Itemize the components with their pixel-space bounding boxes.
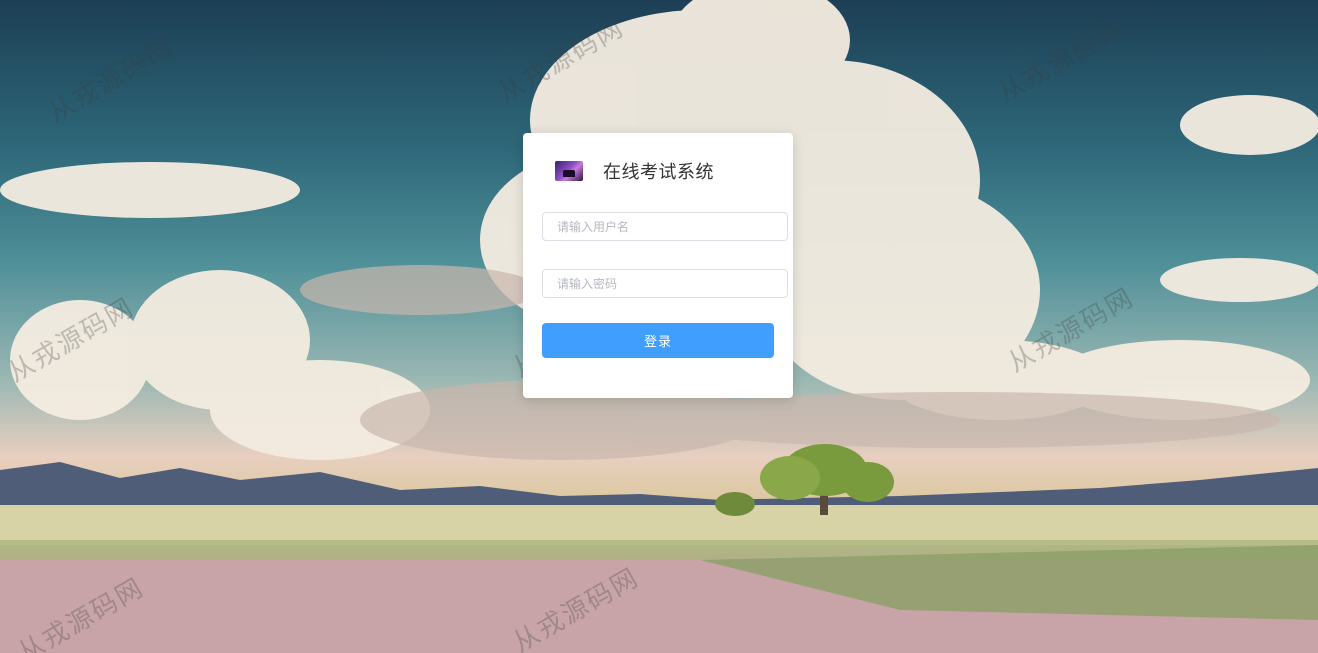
app-title: 在线考试系统 (603, 162, 714, 183)
login-button[interactable]: 登录 (542, 323, 774, 358)
password-input[interactable] (542, 269, 788, 298)
login-card: 在线考试系统 登录 (523, 133, 793, 398)
login-header: 在线考试系统 (555, 159, 714, 183)
app-logo-icon (555, 161, 583, 181)
username-input[interactable] (542, 212, 788, 241)
